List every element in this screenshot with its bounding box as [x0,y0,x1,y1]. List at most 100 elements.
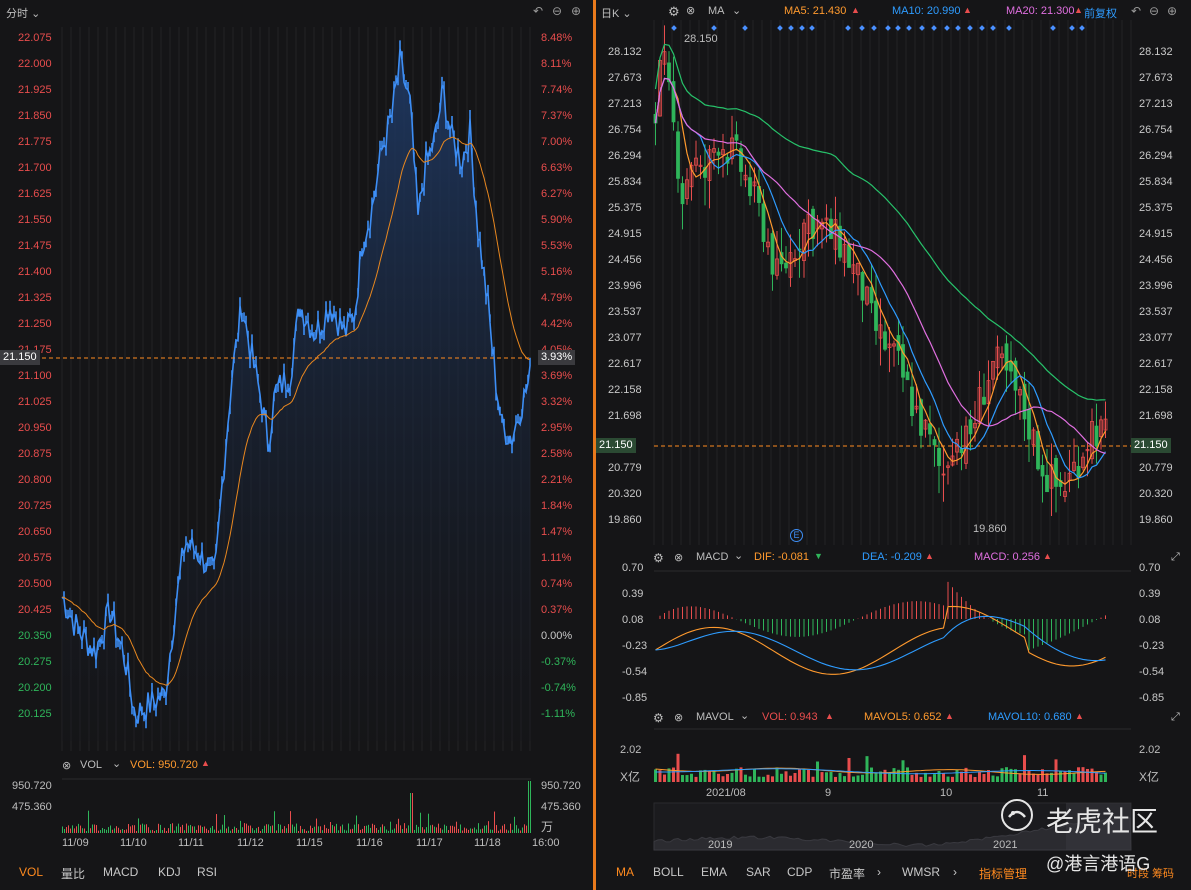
vol-bar [1104,772,1107,782]
tab-rsi[interactable]: RSI [197,865,217,879]
vol-bar [438,823,439,833]
vol-bar [62,826,63,833]
candle-body [1040,465,1045,477]
tab-vol[interactable]: VOL [19,865,43,879]
price-tick: 19.860 [608,514,642,526]
macd-tick: 0.70 [622,562,643,574]
tab-boll[interactable]: BOLL [653,865,684,879]
vol-bar [250,825,251,833]
vol-label: VOL [80,759,103,771]
mavol-label: MAVOL [696,711,734,723]
price-tick-right: 22.617 [1139,358,1173,370]
macd-settings-icon[interactable]: ⚙ [653,551,664,565]
mavol-settings-icon[interactable]: ⚙ [653,711,664,725]
vol-bar [288,824,289,833]
current-price-tag-left: 21.150 [596,438,636,453]
close-macd-icon[interactable]: ⊗ [674,551,683,564]
daily-k-chart[interactable]: 28.132 28.132 27.673 27.673 27.213 27.213 26.7… [596,0,1191,890]
up-arrow-icon: ▲ [1075,711,1084,721]
candle-body [761,203,766,242]
expand-icon[interactable]: ⤢ [1171,551,1180,564]
tab-cdp[interactable]: CDP [787,865,812,879]
tiger-logo-icon [1000,798,1034,835]
signal-dot [1006,25,1012,31]
pct-tick: 7.00% [541,136,572,148]
price-tick: 20.425 [18,604,52,616]
earnings-event-marker[interactable]: E [790,529,803,542]
vol-bar [452,825,453,833]
dea-value: DEA: -0.209 [862,551,922,563]
tab-kdj[interactable]: KDJ [158,865,181,879]
mavol10-value: MAVOL10: 0.680 [988,711,1072,723]
tab-ma[interactable]: MA [616,865,634,879]
tab-pe[interactable]: 市盈率 [829,865,865,882]
vol-bar [476,829,477,833]
vol-bar [847,757,851,782]
macd-dropdown-icon[interactable]: ⌄ [734,549,743,562]
price-tick: 21.925 [18,84,52,96]
tab-macd[interactable]: MACD [103,865,138,879]
price-tick: 21.550 [18,214,52,226]
vol-bar [118,827,119,833]
intraday-chart[interactable]: 22.075 8.48% 22.000 8.11% 21.925 7.74% 21.850 7… [0,0,593,890]
vol-bar [663,774,666,782]
vol-bar [294,826,295,833]
close-vol-icon[interactable]: ⊗ [62,759,71,772]
vol-bar [456,821,457,833]
vol-bar [422,827,423,833]
close-mavol-icon[interactable]: ⊗ [674,711,683,724]
vol-bar [218,830,219,833]
signal-dot [895,25,901,31]
candle-body [1045,474,1049,493]
vol-bar [1018,774,1022,782]
vol-bar [430,825,431,833]
macd-tick-right: -0.85 [1139,692,1164,704]
vol-bar [446,825,447,833]
tab-wmsr[interactable]: WMSR [902,865,940,879]
vol-bar [356,815,357,833]
up-arrow-icon: ▲ [201,758,210,768]
vol-bar [362,828,363,833]
tab-arrow-icon[interactable]: › [877,865,881,879]
vol-bar [198,825,199,833]
vol-bar [318,826,319,833]
vol-bar [486,825,487,833]
vol-bar [915,772,918,782]
vol-bar [300,825,301,833]
vol-bar [152,829,153,833]
vol-dropdown-icon[interactable]: ⌄ [112,757,121,770]
vol-bar [200,825,201,833]
vol-bar [216,814,217,833]
vol-bar [334,826,335,833]
vol-bar [178,823,179,833]
vol-bar [888,773,891,782]
pct-tick: 5.16% [541,266,572,278]
vol-bar [418,826,419,833]
vol-bar [865,756,869,782]
expand-icon[interactable]: ⤢ [1171,711,1180,724]
vol-bar [432,824,433,833]
vol-bar [386,829,387,833]
tab-volume-ratio[interactable]: 量比 [61,865,85,882]
tab-indicator-manage[interactable]: 指标管理 [979,865,1027,882]
vol-bar [390,821,391,833]
vol-bar [924,772,927,782]
vol-bar [816,761,819,782]
tab-sar[interactable]: SAR [746,865,771,879]
macd-label: MACD [696,551,729,563]
price-tick: 20.725 [18,500,52,512]
vol-bar [166,830,167,833]
vol-bar [654,769,657,782]
tab-ema[interactable]: EMA [701,865,727,879]
vol-bar [1086,768,1089,782]
mavol-dropdown-icon[interactable]: ⌄ [740,709,749,722]
tab-arrow-icon-2[interactable]: › [953,865,957,879]
vol-bar [392,829,393,833]
price-tick: 20.350 [18,630,52,642]
date-label: 16:00 [532,837,560,849]
candle-body [734,134,739,141]
signal-dot [1079,25,1085,31]
vol-bar [278,824,279,833]
vol-bar [106,829,107,833]
price-tick: 20.779 [608,462,642,474]
